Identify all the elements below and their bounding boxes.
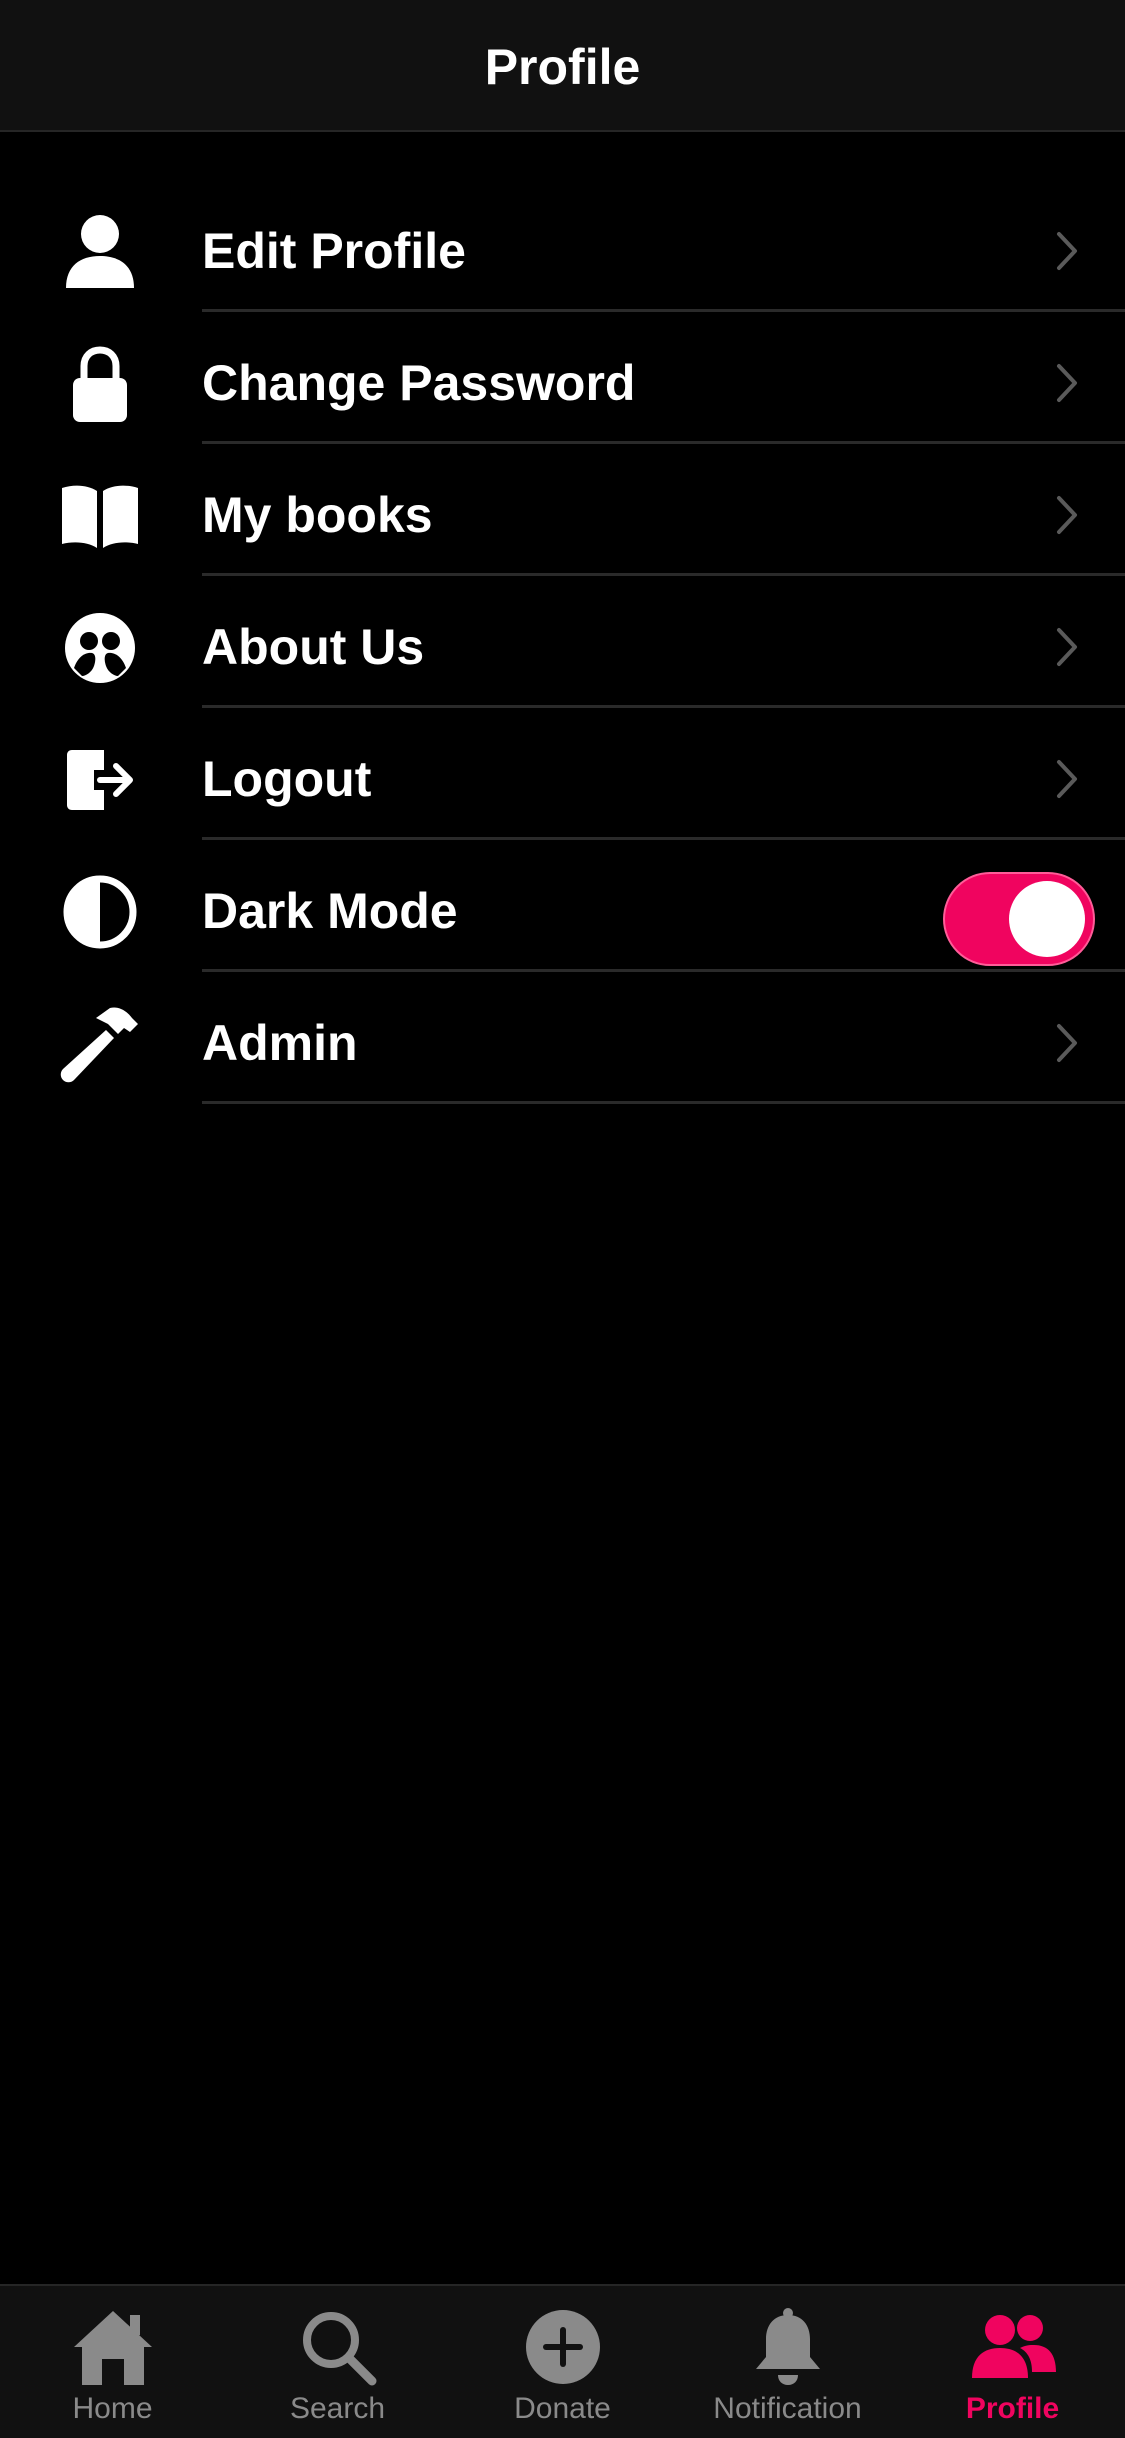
tab-donate[interactable]: Donate [450,2286,675,2438]
tab-label: Home [72,2392,153,2425]
menu-item-label: Change Password [202,355,636,411]
lock-icon [60,344,140,424]
top-header: Profile [0,0,1125,132]
bell-icon [743,2302,833,2392]
page-title: Profile [484,39,641,95]
dark-mode-toggle[interactable] [943,872,1095,966]
tab-search[interactable]: Search [225,2286,450,2438]
bottom-tab-bar: Home Search Donate Notification Profile [0,2284,1125,2438]
tab-label: Profile [965,2392,1060,2425]
menu-item-my-books[interactable]: My books [0,444,1125,576]
profile-menu: Edit Profile Change Password My books Ab… [0,180,1125,1104]
chevron-right-icon [1045,226,1085,276]
chevron-right-icon [1045,358,1085,408]
tab-home[interactable]: Home [0,2286,225,2438]
menu-item-label: My books [202,487,433,543]
divider [202,1101,1125,1104]
chevron-right-icon [1045,622,1085,672]
search-icon [293,2302,383,2392]
menu-item-label: Admin [202,1015,358,1071]
menu-item-about-us[interactable]: About Us [0,576,1125,708]
menu-item-logout[interactable]: Logout [0,708,1125,840]
chevron-right-icon [1045,1018,1085,1068]
logout-icon [60,740,140,820]
menu-item-admin[interactable]: Admin [0,972,1125,1104]
home-icon [68,2302,158,2392]
menu-item-label: Dark Mode [202,883,458,939]
about-icon [60,608,140,688]
menu-item-label: Edit Profile [202,223,466,279]
user-icon [60,212,140,292]
menu-item-change-password[interactable]: Change Password [0,312,1125,444]
chevron-right-icon [1045,754,1085,804]
book-open-icon [60,476,140,556]
menu-item-label: About Us [202,619,425,675]
tab-label: Notification [713,2392,862,2425]
tab-label: Search [289,2392,386,2425]
tab-notification[interactable]: Notification [675,2286,900,2438]
menu-item-label: Logout [202,751,372,807]
menu-item-dark-mode: Dark Mode [0,840,1125,972]
toggle-knob [1009,881,1085,957]
menu-item-edit-profile[interactable]: Edit Profile [0,180,1125,312]
contrast-icon [60,872,140,952]
tab-profile[interactable]: Profile [900,2286,1125,2438]
hammer-icon [60,1004,140,1084]
plus-circle-icon [518,2302,608,2392]
chevron-right-icon [1045,490,1085,540]
users-icon [968,2302,1058,2392]
tab-label: Donate [514,2392,611,2425]
